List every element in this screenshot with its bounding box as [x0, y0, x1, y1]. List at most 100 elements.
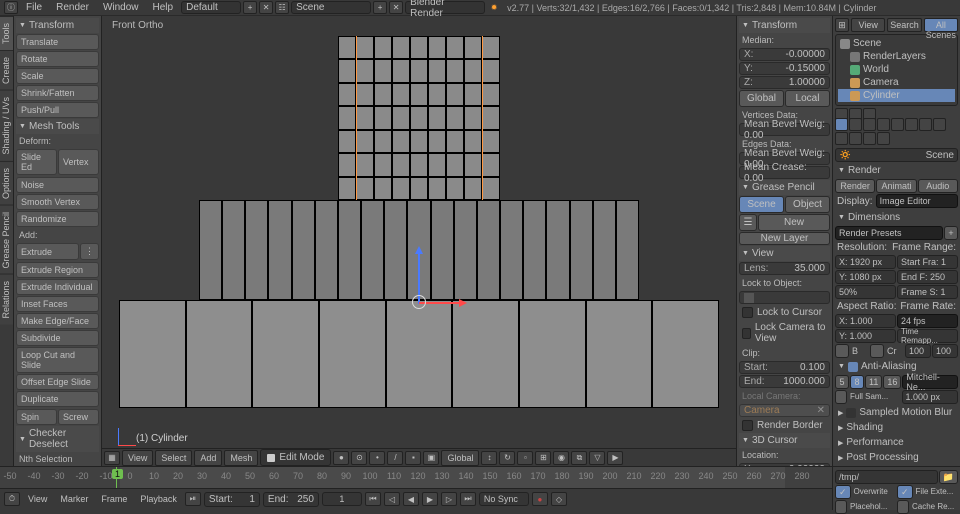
operator-panel-header[interactable]: Checker Deselect	[16, 426, 99, 452]
tab-options[interactable]: Options	[0, 161, 13, 205]
shading-panel-header[interactable]: Shading	[835, 420, 958, 435]
opengl-render-icon[interactable]: ▶	[607, 451, 623, 465]
scene-add-icon[interactable]: +	[373, 1, 387, 14]
res-pct-field[interactable]: 50%	[835, 285, 896, 299]
browse-folder-icon[interactable]: 📁	[939, 470, 958, 484]
clip-start-field[interactable]: Start:0.100	[739, 361, 830, 374]
timeline-editor-icon[interactable]: ⏱	[4, 492, 20, 506]
inset-faces-button[interactable]: Inset Faces	[16, 296, 99, 312]
start-frame-field[interactable]: Start Fra: 1	[897, 255, 958, 269]
menu-window[interactable]: Window	[97, 0, 145, 15]
full-sample-check[interactable]	[835, 390, 847, 404]
tab-material[interactable]	[835, 132, 848, 145]
extrude-menu-button[interactable]: ⋮	[80, 243, 99, 260]
tab-modifiers[interactable]	[919, 118, 932, 131]
layout-remove-icon[interactable]: ✕	[259, 1, 273, 14]
vertex-select-icon[interactable]: •	[369, 451, 385, 465]
auto-keyframe-icon[interactable]: ●	[532, 492, 548, 506]
dimensions-panel-header[interactable]: Dimensions	[835, 210, 958, 225]
border-check[interactable]	[835, 344, 849, 358]
3d-viewport[interactable]: Front Ortho (1) Cylinder ▦ View Select A…	[102, 16, 736, 466]
render-engine-dropdown[interactable]: Blender Render	[405, 1, 485, 14]
mode-dropdown[interactable]: Edit Mode	[260, 449, 331, 466]
placeholders-check[interactable]	[835, 500, 847, 514]
extrude-individual-button[interactable]: Extrude Individual	[16, 279, 99, 295]
space-global-button[interactable]: Global	[739, 90, 784, 107]
tl-marker-menu[interactable]: Marker	[55, 492, 93, 506]
offset-edge-slide-button[interactable]: Offset Edge Slide	[16, 374, 99, 390]
play-reverse-icon[interactable]: ◀	[403, 492, 419, 506]
cache-check[interactable]	[897, 500, 909, 514]
layout-add-icon[interactable]: +	[243, 1, 257, 14]
frame-step-field[interactable]: Frame S: 1	[897, 285, 958, 299]
old-map-field[interactable]: 100	[905, 344, 931, 358]
noise-button[interactable]: Noise	[16, 177, 99, 193]
outliner-editor-icon[interactable]: ⊞	[835, 18, 849, 32]
shading-solid-icon[interactable]: ●	[333, 451, 349, 465]
layers-icon[interactable]: ⊞	[535, 451, 551, 465]
select-menu[interactable]: Select	[155, 450, 192, 466]
tab-scene[interactable]	[863, 118, 876, 131]
lock-object-field[interactable]	[739, 291, 830, 304]
tab-shading-uvs[interactable]: Shading / UVs	[0, 90, 13, 161]
duplicate-button[interactable]: Duplicate	[16, 391, 99, 407]
snap-target-icon[interactable]: ▽	[589, 451, 605, 465]
use-preview-range-icon[interactable]: ⏯	[185, 492, 201, 506]
manipulator-rotate-icon[interactable]: ↻	[499, 451, 515, 465]
edge-slide-button[interactable]: Slide Ed	[16, 149, 57, 175]
editor-type-icon[interactable]: ▦	[104, 451, 120, 465]
panel-transform[interactable]: Transform	[16, 18, 99, 33]
tab-tools[interactable]: Tools	[0, 16, 13, 50]
keyframe-prev-icon[interactable]: ◁	[384, 492, 400, 506]
res-y-field[interactable]: Y: 1080 px	[835, 270, 896, 284]
end-frame-input[interactable]: End:250	[263, 492, 319, 507]
current-frame-input[interactable]: 1	[322, 492, 362, 506]
prop-edit-icon[interactable]: ◉	[553, 451, 569, 465]
subdivide-button[interactable]: Subdivide	[16, 330, 99, 346]
tab-data[interactable]	[933, 118, 946, 131]
tab-particles[interactable]	[863, 132, 876, 145]
post-panel-header[interactable]: Post Processing	[835, 450, 958, 465]
tab-create[interactable]: Create	[0, 50, 13, 90]
extrude-region-button[interactable]: Extrude Region	[16, 262, 99, 278]
face-select-icon[interactable]: ▪	[405, 451, 421, 465]
smooth-vertex-button[interactable]: Smooth Vertex	[16, 194, 99, 210]
playhead[interactable]	[116, 467, 117, 488]
push-pull-button[interactable]: Push/Pull	[16, 102, 99, 118]
shrink-fatten-button[interactable]: Shrink/Fatten	[16, 85, 99, 101]
screen-layout-dropdown[interactable]: Default	[181, 1, 241, 14]
tab-grease-pencil[interactable]: Grease Pencil	[0, 205, 13, 275]
new-map-field[interactable]: 100	[932, 344, 958, 358]
new-layer-button[interactable]: New Layer	[739, 232, 830, 245]
outliner-view-menu[interactable]: View	[851, 18, 885, 32]
tab-render[interactable]	[835, 118, 848, 131]
audio-button[interactable]: Audio	[918, 179, 958, 193]
tab-physics[interactable]	[877, 132, 890, 145]
gp-new-button[interactable]: New	[758, 214, 830, 231]
n-transform-header[interactable]: Transform	[739, 18, 830, 33]
outliner-search-menu[interactable]: Search	[887, 18, 921, 32]
end-frame-field[interactable]: End F: 250	[897, 270, 958, 284]
info-editor-icon[interactable]: ⓘ	[4, 1, 18, 14]
snap-icon[interactable]: ⧉	[571, 451, 587, 465]
aspect-y-field[interactable]: Y: 1.000	[835, 329, 896, 343]
performance-panel-header[interactable]: Performance	[835, 435, 958, 450]
start-frame-input[interactable]: Start:1	[204, 492, 260, 507]
scene-dropdown[interactable]: Scene	[291, 1, 371, 14]
file-ext-check[interactable]: ✓	[897, 485, 913, 499]
randomize-button[interactable]: Randomize	[16, 211, 99, 227]
menu-help[interactable]: Help	[147, 0, 180, 15]
crop-check[interactable]	[870, 344, 884, 358]
tl-frame-menu[interactable]: Frame	[96, 492, 132, 506]
render-presets-dropdown[interactable]: Render Presets	[835, 226, 943, 240]
bevel-weight-field[interactable]: Mean Bevel Weig: 0.00	[739, 123, 830, 136]
gp-scene-button[interactable]: Scene	[739, 196, 784, 213]
display-dropdown[interactable]: Image Editor	[876, 194, 958, 208]
render-border-check[interactable]: Render Border	[739, 418, 830, 433]
keyframe-next-icon[interactable]: ▷	[441, 492, 457, 506]
orientation-dropdown[interactable]: Global	[441, 450, 479, 466]
cursor-x-field[interactable]: X:0.00000	[739, 463, 830, 466]
tl-view-menu[interactable]: View	[23, 492, 52, 506]
menu-render[interactable]: Render	[50, 0, 95, 15]
space-local-button[interactable]: Local	[785, 90, 830, 107]
